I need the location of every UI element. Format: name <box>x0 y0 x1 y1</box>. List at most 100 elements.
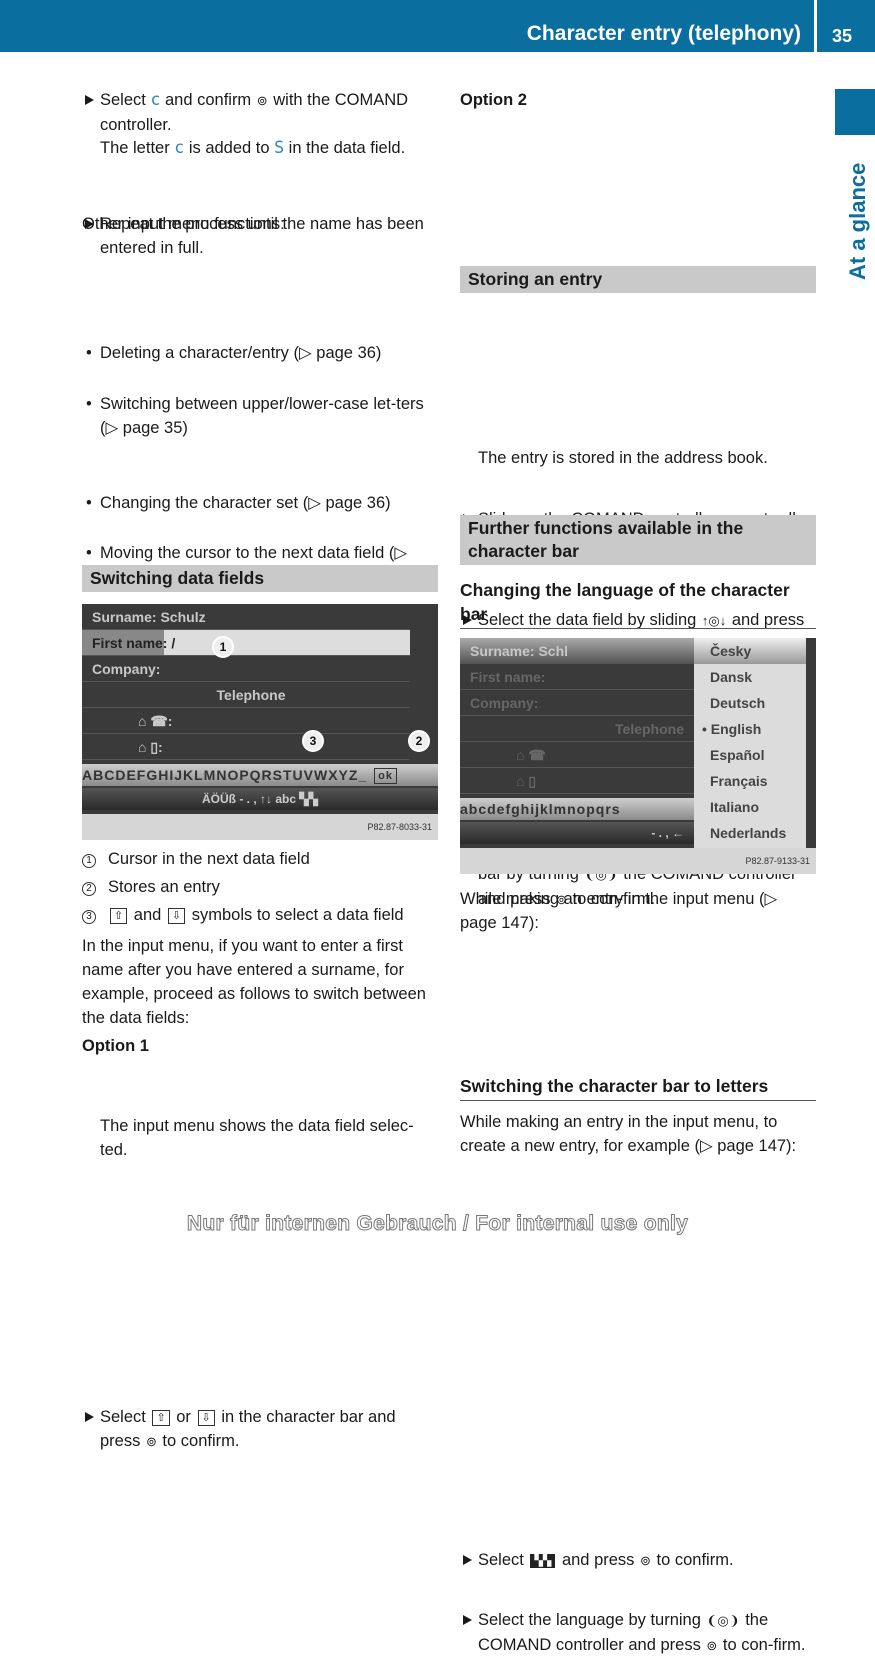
text-segment: Other input menu functions: <box>82 215 285 233</box>
option-heading: Option 2 <box>460 88 816 112</box>
language-option: Nederlands <box>710 825 787 841</box>
page-header: Character entry (telephony) 35 <box>0 0 875 52</box>
subsection-heading: Changing the language of the character b… <box>460 578 816 629</box>
instruction-step: Select ▚▚ and press ⊚ to confirm. <box>460 1548 816 1573</box>
down-symbol-icon: ⇩ <box>197 1410 215 1426</box>
language-option: Français <box>710 773 768 789</box>
down-symbol-icon: ⇩ <box>167 908 186 924</box>
option-heading: Option 1 <box>82 1034 438 1058</box>
text-segment: While making an entry in the input menu,… <box>460 1113 797 1155</box>
text-segment: The letter <box>100 139 175 157</box>
turn-controller-icon: ❨◎❩ <box>706 1613 740 1628</box>
language-option: Italiano <box>710 799 760 815</box>
text-segment: The input menu shows the data field sele… <box>100 1117 414 1159</box>
section-heading: Storing an entry <box>460 266 816 293</box>
text-segment: S <box>274 138 285 157</box>
screen-row: Surname: Schulz <box>82 604 410 630</box>
language-option: Dansk <box>710 669 753 685</box>
text-segment: and confirm <box>160 91 256 109</box>
header-divider <box>814 0 817 52</box>
language-option: Deutsch <box>710 695 766 711</box>
language-option-selected: • English <box>702 721 762 737</box>
screenshot-language-list: Surname: Schl First name: Company: Telep… <box>460 638 816 874</box>
text-segment: c <box>150 90 161 109</box>
legend-item: 2 Stores an entry <box>82 875 438 899</box>
list-item: Changing the character set (▷ page 36) <box>82 491 438 515</box>
image-code: P82.87-8033-31 <box>82 814 438 840</box>
callout-3: 3 <box>302 730 324 752</box>
screen-row: ⌂ ☎: <box>82 708 410 734</box>
press-controller-icon: ⊚ <box>640 1553 651 1568</box>
section-heading: Further functions available in the chara… <box>460 515 816 565</box>
character-bar: ABCDEFGHIJKLMNOPQRSTUVWXYZ_ ok <box>82 764 438 786</box>
list-item: Deleting a character/entry (▷ page 36) <box>82 341 438 365</box>
legend-text: Cursor in the next data field <box>108 850 310 868</box>
page-number: 35 <box>832 26 853 46</box>
instruction-step: Select the language by turning ❨◎❩ the C… <box>460 1608 816 1658</box>
screen-row: ⌂ ▯ <box>460 768 694 794</box>
character-bar: abcdefghijklmnopqrs <box>460 798 694 820</box>
characters: ABCDEFGHIJKLMNOPQRSTUVWXYZ_ <box>82 767 368 783</box>
text-segment: Option 2 <box>460 91 527 109</box>
text-segment: Select the language by turning <box>478 1611 706 1629</box>
legend-number: 2 <box>82 882 96 896</box>
text-segment: and <box>129 906 166 924</box>
subsection-heading: Switching the character bar to letters <box>460 1074 816 1101</box>
screen-row: Company: <box>460 690 694 716</box>
text-segment: c <box>174 138 185 157</box>
step-result: The letter c is added to S in the data f… <box>82 136 438 160</box>
text-segment: While making an entry in the input menu … <box>460 890 778 932</box>
image-code: P82.87-9133-31 <box>460 848 816 874</box>
up-symbol-icon: ⇧ <box>110 908 128 924</box>
legend-text: ⇧ and ⇩ symbols to select a data field <box>108 906 404 924</box>
screenshot-data-fields: Surname: Schulz First name: / Company: T… <box>82 604 438 840</box>
screen-row: ⌂ ▯: <box>82 734 410 760</box>
screen-row: First name: <box>460 664 694 690</box>
chapter-tab-marker <box>835 89 875 135</box>
text-segment: Select <box>478 1551 529 1569</box>
language-list: Česky Dansk Deutsch • English Español Fr… <box>694 638 806 848</box>
callout-1: 1 <box>212 636 234 658</box>
text-segment: in the data field. <box>284 139 406 157</box>
language-option: Español <box>710 747 765 763</box>
text-segment: Select <box>100 1408 151 1426</box>
text-segment: to confirm. <box>651 1551 734 1569</box>
legend-number: 1 <box>82 854 96 868</box>
legend-text: Stores an entry <box>108 878 220 896</box>
instruction-step: Select ⇧ or ⇩ in the character bar and p… <box>82 1405 438 1454</box>
press-controller-icon: ⊚ <box>256 93 268 108</box>
step-result: The entry is stored in the address book. <box>460 446 816 470</box>
press-controller-icon: ⊚ <box>706 1638 718 1653</box>
screen-row: ⌂ ☎ <box>460 742 694 768</box>
paragraph: While making an entry in the input menu … <box>460 887 816 935</box>
text-segment: Option 1 <box>82 1037 149 1055</box>
section-heading: Switching data fields <box>82 565 438 592</box>
text-segment: to confirm. <box>157 1432 240 1450</box>
function-bar: ÄÖÜß - . , ↑↓ abc ▚▚ <box>82 788 438 810</box>
legend-item: 1 Cursor in the next data field <box>82 847 438 871</box>
function-bar: - . , ← <box>460 822 694 844</box>
text-segment: Stores an entry <box>108 878 220 896</box>
text-segment: Switching between upper/lower-case let-t… <box>100 395 424 437</box>
text-segment: In the input menu, if you want to enter … <box>82 937 426 1027</box>
callout-2: 2 <box>408 730 430 752</box>
text-segment: Changing the character set (▷ page 36) <box>100 494 391 512</box>
instruction-step: Select c and confirm ⊚ with the COMAND c… <box>82 88 438 137</box>
screen-row: Telephone <box>460 716 694 742</box>
legend-number: 3 <box>82 910 96 924</box>
text-segment: is added to <box>184 139 275 157</box>
text-segment: and press <box>557 1551 640 1569</box>
legend-item: 3 ⇧ and ⇩ symbols to select a data field <box>82 903 438 927</box>
language-option: Česky <box>694 638 806 664</box>
language-symbol-icon: ▚▚ <box>530 1554 556 1568</box>
text-segment: Cursor in the next data field <box>108 850 310 868</box>
screen-row: Company: <box>82 656 410 682</box>
paragraph: In the input menu, if you want to enter … <box>82 934 438 1030</box>
page-title: Character entry (telephony) <box>526 22 801 45</box>
screen-row: First name: / <box>82 630 410 656</box>
text-segment: symbols to select a data field <box>187 906 404 924</box>
paragraph: While making an entry in the input menu,… <box>460 1110 816 1158</box>
text-segment: The entry is stored in the address book. <box>478 449 768 467</box>
text-segment: Select <box>100 91 151 109</box>
up-symbol-icon: ⇧ <box>152 1410 170 1426</box>
